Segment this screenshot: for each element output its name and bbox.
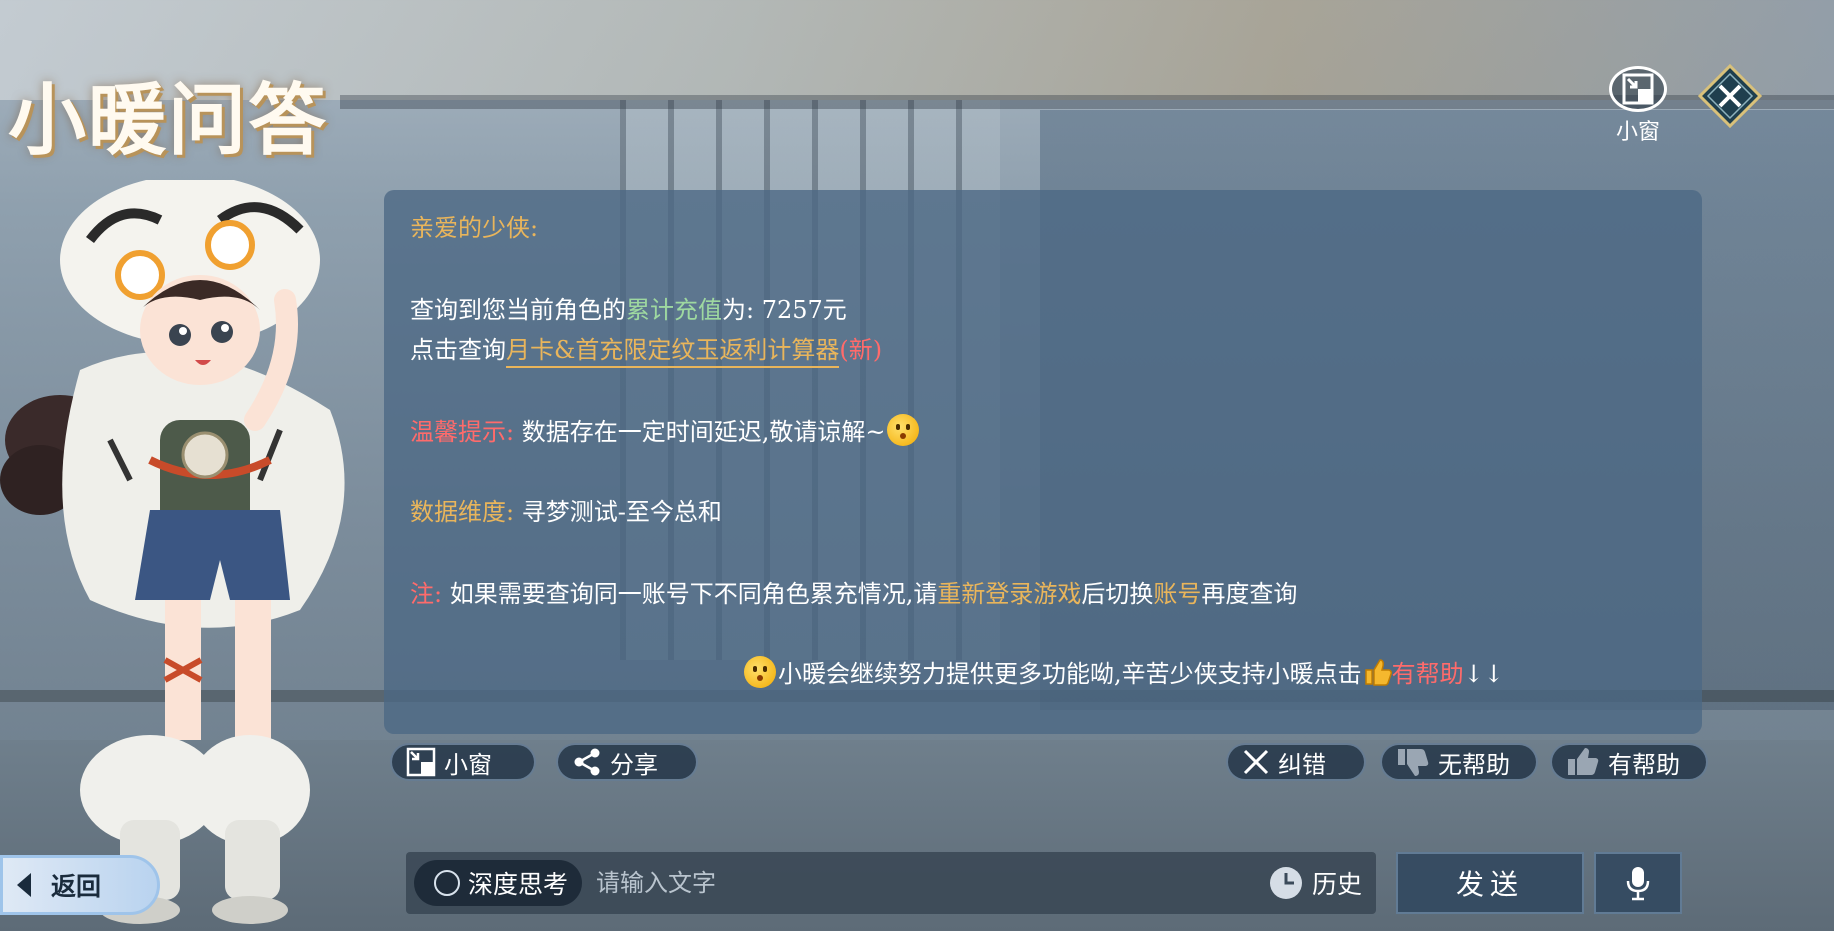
deep-think-toggle[interactable]: 深度思考 [414, 860, 583, 906]
share-button[interactable]: 分享 [556, 743, 698, 781]
back-label: 返回 [51, 872, 102, 901]
send-label: 发送 [1455, 868, 1524, 901]
correct-label: 纠错 [1278, 750, 1326, 779]
mini-window-top-button[interactable]: 小窗 [1608, 66, 1668, 146]
footer-helpful: 有帮助 [1391, 660, 1464, 688]
recharge-suffix: 为: 7257元 [722, 296, 847, 324]
helpful-button[interactable]: 有帮助 [1550, 743, 1708, 781]
not-helpful-button[interactable]: 无帮助 [1380, 743, 1538, 781]
emoji-icon [744, 656, 776, 688]
footer-text: 小暖会继续努力提供更多功能呦,辛苦少侠支持小暖点击 [778, 660, 1362, 688]
recharge-line: 查询到您当前角色的累计充值为: 7257元 [410, 290, 847, 325]
note-text-3: 再度查询 [1201, 580, 1298, 608]
calc-prefix: 点击查询 [410, 336, 506, 364]
tip-text: 数据存在一定时间延迟,敬请谅解~ [521, 418, 886, 446]
page-title: 小暖问答 [8, 75, 329, 166]
deep-think-radio[interactable] [434, 870, 460, 896]
thumbs-up-icon [1364, 659, 1392, 686]
answer-panel: 亲爱的少侠: 查询到您当前角色的累计充值为: 7257元 点击查询月卡&首充限定… [384, 190, 1702, 734]
tip-label: 温馨提示: [410, 418, 515, 446]
back-arrow-icon [17, 873, 31, 897]
history-button[interactable]: 历史 [1268, 865, 1362, 901]
dimension-line: 数据维度: 寻梦测试-至今总和 [410, 492, 722, 527]
mini-window-icon [1609, 66, 1667, 112]
close-x-icon [1243, 749, 1269, 775]
voice-input-button[interactable] [1594, 852, 1682, 914]
greeting-text: 亲爱的少侠: [410, 214, 539, 242]
mini-window-icon [406, 747, 436, 777]
relogin-highlight: 重新登录游戏 [937, 580, 1082, 608]
note-text-1: 如果需要查询同一账号下不同角色累充情况,请 [449, 580, 938, 608]
share-label: 分享 [610, 750, 658, 779]
note-text-2: 后切换 [1081, 580, 1154, 608]
correct-error-button[interactable]: 纠错 [1226, 743, 1366, 781]
clock-icon [1269, 867, 1302, 899]
not-helpful-label: 无帮助 [1438, 750, 1510, 779]
footer-arrows: ↓↓ [1463, 660, 1504, 688]
calc-new-badge: (新) [839, 336, 883, 364]
question-input[interactable] [596, 860, 1268, 906]
dimension-label: 数据维度: [410, 498, 515, 526]
history-label: 历史 [1311, 870, 1362, 899]
mini-window-button[interactable]: 小窗 [390, 743, 536, 781]
thumbs-down-icon [1398, 749, 1429, 776]
account-highlight: 账号 [1153, 580, 1202, 608]
footer-line: 小暖会继续努力提供更多功能呦,辛苦少侠支持小暖点击 有帮助↓↓ [742, 654, 1504, 689]
rebate-calculator-link[interactable]: 月卡&首充限定纹玉返利计算器 [506, 336, 840, 368]
send-button[interactable]: 发送 [1396, 852, 1584, 914]
close-icon [1697, 63, 1763, 129]
note-label: 注: [410, 580, 443, 608]
back-button[interactable]: 返回 [0, 855, 160, 915]
recharge-highlight: 累计充值 [626, 296, 722, 324]
chat-input-bar: 深度思考 历史 [406, 852, 1376, 914]
microphone-icon [1626, 867, 1650, 901]
emoji-icon [887, 414, 920, 446]
tip-line: 温馨提示: 数据存在一定时间延迟,敬请谅解~ [410, 412, 921, 447]
deep-think-label: 深度思考 [468, 870, 569, 899]
recharge-prefix: 查询到您当前角色的 [410, 296, 626, 324]
note-line: 注: 如果需要查询同一账号下不同角色累充情况,请重新登录游戏后切换账号再度查询 [410, 574, 1297, 609]
mascot-character-illustration [0, 175, 380, 931]
helpful-label: 有帮助 [1608, 750, 1680, 779]
thumbs-up-icon [1568, 748, 1599, 775]
calculator-line: 点击查询月卡&首充限定纹玉返利计算器(新) [410, 330, 883, 368]
mini-window-label: 小窗 [444, 750, 492, 779]
share-icon [574, 748, 600, 776]
mini-window-label: 小窗 [1615, 120, 1660, 145]
dimension-text: 寻梦测试-至今总和 [521, 498, 722, 526]
close-button[interactable] [1697, 63, 1763, 129]
